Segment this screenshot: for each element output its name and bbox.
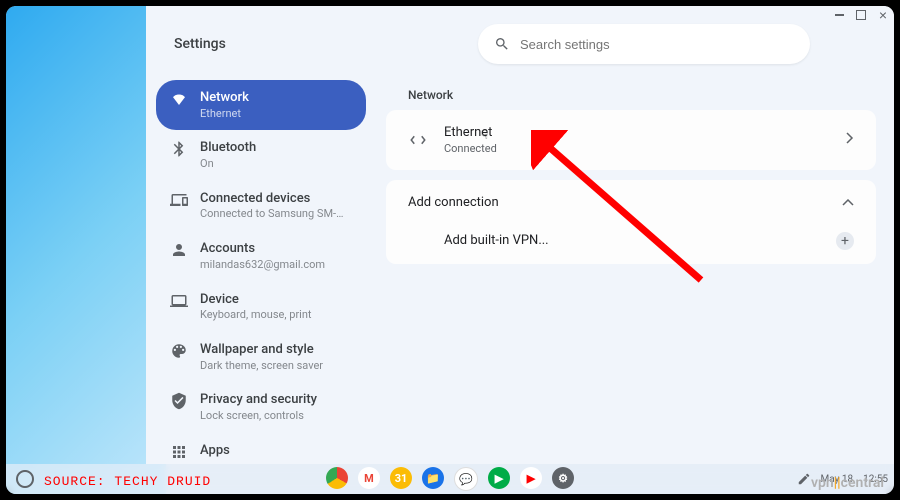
- calendar-app-icon[interactable]: 31: [390, 467, 412, 489]
- sidebar-item-sub: Connected to Samsung SM-M3...: [200, 207, 350, 222]
- sidebar-item-accounts[interactable]: Accountsmilandas632@gmail.com: [156, 231, 366, 281]
- row-sub: Connected: [444, 142, 497, 157]
- search-bar[interactable]: [478, 24, 810, 64]
- sidebar-item-network[interactable]: NetworkEthernet: [156, 80, 366, 130]
- settings-app-icon[interactable]: ⚙: [552, 467, 574, 489]
- wifi-icon: [170, 90, 188, 108]
- page-title: Settings: [174, 36, 226, 52]
- sidebar-item-label: Privacy and security: [200, 391, 317, 409]
- youtube-app-icon[interactable]: ▶: [520, 467, 542, 489]
- sidebar-item-sub: Dark theme, screen saver: [200, 359, 323, 374]
- chrome-app-icon[interactable]: [326, 467, 348, 489]
- sidebar-item-wallpaper[interactable]: Wallpaper and styleDark theme, screen sa…: [156, 332, 366, 382]
- files-app-icon[interactable]: 📁: [422, 467, 444, 489]
- sidebar-item-label: Apps: [200, 442, 326, 458]
- search-icon: [494, 36, 510, 52]
- sidebar-item-label: Accounts: [200, 240, 325, 258]
- source-attribution: SOURCE: TECHY DRUID: [44, 474, 211, 489]
- palette-icon: [170, 342, 188, 360]
- sidebar-item-sub: milandas632@gmail.com: [200, 258, 325, 273]
- sidebar-item-privacy[interactable]: Privacy and securityLock screen, control…: [156, 382, 366, 432]
- chevron-right-icon: [846, 132, 854, 148]
- chat-app-icon[interactable]: 💬: [454, 467, 478, 491]
- sidebar-item-label: Connected devices: [200, 190, 350, 208]
- sidebar-item-label: Bluetooth: [200, 139, 256, 157]
- sidebar-item-label: Device: [200, 291, 312, 309]
- window-minimize-button[interactable]: [832, 8, 846, 22]
- sidebar-item-label: Wallpaper and style: [200, 341, 323, 359]
- add-button[interactable]: +: [836, 232, 854, 250]
- sidebar-item-connected-devices[interactable]: Connected devicesConnected to Samsung SM…: [156, 181, 366, 231]
- meet-app-icon[interactable]: ▶: [488, 467, 510, 489]
- sidebar-item-sub: Lock screen, controls: [200, 409, 317, 424]
- window-close-button[interactable]: ×: [876, 8, 890, 22]
- gmail-app-icon[interactable]: M: [358, 467, 380, 489]
- sidebar-item-apps[interactable]: AppsNotifications, Google Play: [156, 433, 366, 458]
- content-pane: Network EthernetConnected Add connection: [376, 80, 894, 458]
- devices-icon: [170, 191, 188, 209]
- shield-icon: [170, 392, 188, 410]
- sidebar-item-sub: Ethernet: [200, 107, 249, 122]
- apps-icon: [170, 443, 188, 458]
- cursor-icon: ☟: [481, 128, 488, 142]
- row-label: Add connection: [408, 194, 499, 212]
- sidebar-item-device[interactable]: DeviceKeyboard, mouse, print: [156, 282, 366, 332]
- ethernet-icon: [408, 130, 428, 150]
- bluetooth-icon: [170, 140, 188, 158]
- search-input[interactable]: [510, 36, 794, 53]
- watermark: vpn||central: [811, 475, 884, 491]
- laptop-icon: [170, 292, 188, 310]
- annotation-arrow-icon: [531, 130, 731, 310]
- stylus-icon[interactable]: [797, 472, 811, 486]
- sidebar-item-bluetooth[interactable]: BluetoothOn: [156, 130, 366, 180]
- window-maximize-button[interactable]: [854, 8, 868, 22]
- chevron-up-icon: [842, 196, 854, 211]
- launcher-button[interactable]: [16, 470, 34, 488]
- sidebar-item-sub: Keyboard, mouse, print: [200, 308, 312, 323]
- section-title: Network: [386, 80, 876, 110]
- row-label: Ethernet: [444, 124, 497, 142]
- sidebar-item-label: Network: [200, 89, 249, 107]
- sidebar-item-sub: On: [200, 157, 256, 172]
- person-icon: [170, 241, 188, 259]
- sidebar: NetworkEthernet BluetoothOn Connected de…: [146, 80, 376, 458]
